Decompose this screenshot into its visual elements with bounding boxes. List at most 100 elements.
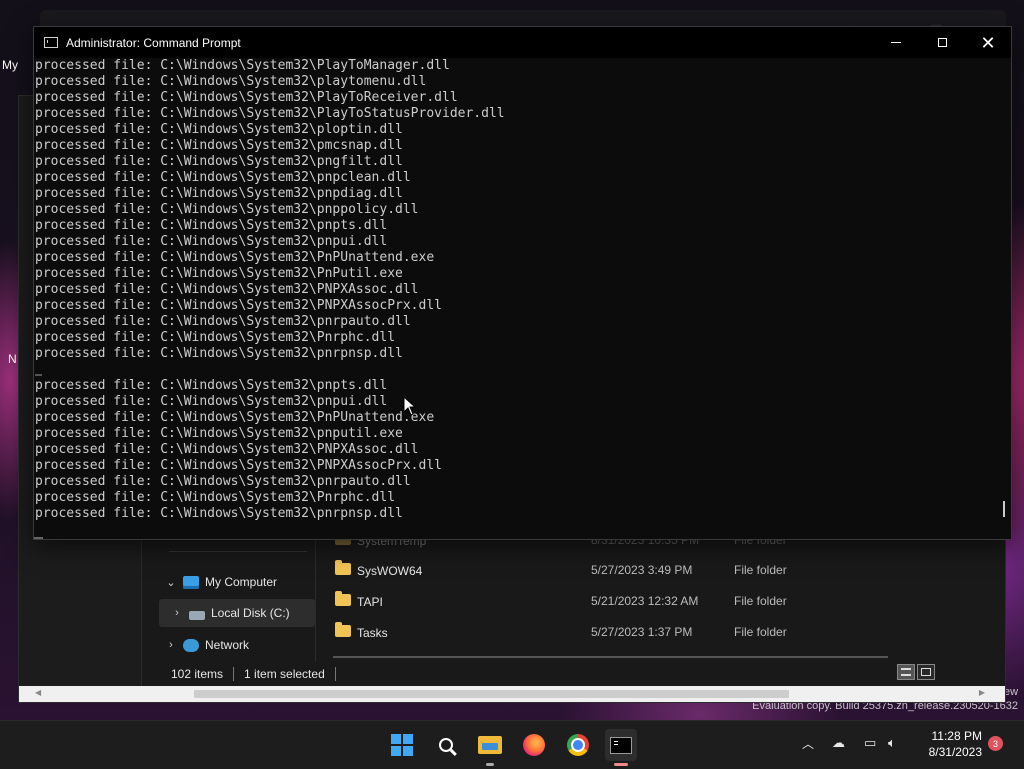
network-icon[interactable]: ▭ xyxy=(864,735,876,751)
console-line: processed file: C:\Windows\System32\play… xyxy=(35,74,427,89)
drive-icon xyxy=(189,610,205,620)
chevron-right-icon[interactable]: › xyxy=(169,607,185,619)
console-line: processed file: C:\Windows\System32\PnPU… xyxy=(35,250,435,265)
onedrive-icon[interactable]: ☁ xyxy=(832,735,845,751)
close-button[interactable]: ✕ xyxy=(965,27,1011,58)
desktop-icon-label[interactable]: N xyxy=(8,352,17,366)
console-line: processed file: C:\Windows\System32\pnpd… xyxy=(35,186,403,201)
details-view-button[interactable] xyxy=(897,664,915,680)
console-line: processed file: C:\Windows\System32\PnPu… xyxy=(35,266,403,281)
divider xyxy=(334,667,336,681)
file-name: TAPI xyxy=(357,594,383,609)
mouse-pointer-icon xyxy=(403,396,417,416)
console-line: processed file: C:\Windows\System32\PNPX… xyxy=(35,298,442,313)
console-line: processed file: C:\Windows\System32\PNPX… xyxy=(35,282,419,297)
console-line: processed file: C:\Windows\System32\Pnrp… xyxy=(35,490,396,505)
console-line: processed file: C:\Windows\System32\pnpc… xyxy=(35,170,411,185)
folder-icon xyxy=(335,621,351,637)
console-line: processed file: C:\Windows\System32\pnrp… xyxy=(35,346,403,361)
folder-icon xyxy=(335,559,351,575)
horizontal-scrollbar[interactable]: ◀ ▶ xyxy=(19,686,1005,702)
start-button[interactable] xyxy=(386,729,418,761)
console-line: processed file: C:\Windows\System32\pnpu… xyxy=(35,394,388,409)
file-explorer-button[interactable] xyxy=(474,729,506,766)
console-line: processed file: C:\Windows\System32\Pnrp… xyxy=(35,330,396,345)
folder-icon xyxy=(335,590,351,606)
selection-count: 1 item selected xyxy=(244,667,325,681)
volume-icon[interactable]: 🔈︎ xyxy=(888,735,896,751)
chevron-down-icon[interactable]: ⌄ xyxy=(163,576,179,589)
file-date: 5/27/2023 3:49 PM xyxy=(591,563,693,577)
chevron-up-icon[interactable]: ︿ xyxy=(802,735,814,752)
file-row[interactable]: TAPI 5/21/2023 12:32 AM File folder xyxy=(335,586,834,616)
maximize-icon xyxy=(937,38,947,47)
chrome-icon xyxy=(567,734,589,756)
console-line: processed file: C:\Windows\System32\pnpu… xyxy=(35,234,388,249)
file-row[interactable]: Tasks 5/27/2023 1:37 PM File folder xyxy=(335,617,834,647)
nav-item-local-disk[interactable]: › Local Disk (C:) xyxy=(159,599,315,627)
windows-logo-icon xyxy=(391,734,413,756)
firefox-icon xyxy=(523,734,545,756)
file-name: SysWOW64 xyxy=(357,563,423,578)
terminal-icon xyxy=(610,736,632,754)
console-line: processed file: C:\Windows\System32\pnpt… xyxy=(35,218,388,233)
window-titlebar[interactable]: Administrator: Command Prompt ✕ xyxy=(34,27,1011,58)
console-line: processed file: C:\Windows\System32\pnpp… xyxy=(35,202,419,217)
system-clock[interactable]: 11:28 PM 8/31/2023 xyxy=(908,728,982,760)
maximize-button[interactable] xyxy=(919,27,965,58)
taskbar: ︿ ☁ ▭ 🔈︎ 11:28 PM 8/31/2023 3 xyxy=(0,720,1024,769)
console-line: processed file: C:\Windows\System32\pnrp… xyxy=(35,314,411,329)
command-prompt-window[interactable]: Administrator: Command Prompt ✕ processe… xyxy=(33,26,1012,540)
nav-item-label: Local Disk (C:) xyxy=(211,606,290,620)
running-indicator xyxy=(486,763,494,766)
scroll-right-arrow-icon[interactable]: ▶ xyxy=(979,688,985,697)
notification-badge[interactable]: 3 xyxy=(988,736,1003,751)
file-name: Tasks xyxy=(357,625,388,640)
network-icon xyxy=(183,638,199,652)
background-window-text: ew xyxy=(1004,686,1019,698)
chrome-button[interactable] xyxy=(562,729,594,761)
file-type: File folder xyxy=(734,625,787,639)
console-cursor xyxy=(34,537,43,539)
console-line: processed file: C:\Windows\System32\pnrp… xyxy=(35,474,411,489)
console-line: processed file: C:\Windows\System32\PNPX… xyxy=(35,458,442,473)
nav-item-label: Network xyxy=(205,638,250,652)
close-icon: ✕ xyxy=(980,32,996,53)
chevron-right-icon[interactable]: › xyxy=(163,639,179,651)
file-type: File folder xyxy=(734,563,787,577)
file-type: File folder xyxy=(734,594,787,608)
computer-icon xyxy=(183,575,199,589)
scroll-left-arrow-icon[interactable]: ◀ xyxy=(35,688,41,697)
console-line: processed file: C:\Windows\System32\PnPU… xyxy=(35,410,435,425)
divider xyxy=(233,667,235,681)
tiles-view-button[interactable] xyxy=(917,664,935,680)
command-prompt-icon xyxy=(44,37,58,48)
firefox-button[interactable] xyxy=(518,729,550,761)
console-line: processed file: C:\Windows\System32\pngf… xyxy=(35,154,403,169)
desktop-icon-label[interactable]: My xyxy=(2,58,18,72)
nav-item-network[interactable]: › Network xyxy=(163,631,313,659)
minimize-icon xyxy=(891,42,901,43)
search-icon xyxy=(439,738,453,752)
file-explorer-icon xyxy=(478,736,502,754)
active-indicator xyxy=(614,763,628,766)
view-switcher xyxy=(897,664,935,680)
clock-time: 11:28 PM xyxy=(931,729,982,743)
terminal-button[interactable] xyxy=(605,729,637,766)
file-row[interactable]: SysWOW64 5/27/2023 3:49 PM File folder xyxy=(335,555,834,585)
console-output[interactable]: processed file: C:\Windows\System32\Play… xyxy=(34,58,996,536)
details-view-icon xyxy=(901,668,911,676)
nav-item-label: My Computer xyxy=(205,575,278,589)
nav-item-my-computer[interactable]: ⌄ My Computer xyxy=(163,568,313,596)
console-line: processed file: C:\Windows\System32\pnrp… xyxy=(35,506,403,521)
minimize-button[interactable] xyxy=(873,27,919,58)
search-button[interactable] xyxy=(430,729,462,761)
status-bar: 102 items 1 item selected xyxy=(157,662,1005,686)
clock-date: 8/31/2023 xyxy=(928,745,982,759)
console-line: processed file: C:\Windows\System32\plop… xyxy=(35,122,403,137)
horizontal-scrollbar[interactable] xyxy=(333,656,888,658)
divider xyxy=(169,551,307,552)
scrollbar-thumb[interactable] xyxy=(194,690,789,698)
console-line: processed file: C:\Windows\System32\pnpt… xyxy=(35,378,388,393)
vertical-scrollbar[interactable] xyxy=(1003,501,1005,517)
